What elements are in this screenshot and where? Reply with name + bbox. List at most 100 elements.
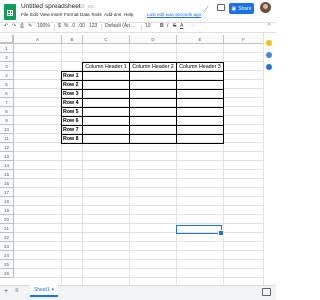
paint-format-icon[interactable]: ✎: [28, 23, 32, 29]
more-icon[interactable]: ⋯: [190, 23, 195, 29]
print-icon[interactable]: ⎙: [20, 23, 24, 29]
chevron-down-icon: ▾: [51, 287, 55, 293]
grid-line: [14, 196, 263, 197]
grid-line: [14, 232, 263, 233]
lock-icon: ▣: [231, 5, 237, 12]
table-cell[interactable]: [129, 134, 177, 144]
selected-cell-e20[interactable]: [176, 225, 224, 236]
toolbar-divider: [101, 24, 102, 31]
row-header[interactable]: 10: [0, 125, 14, 134]
column-header-f[interactable]: F: [224, 35, 263, 44]
spreadsheet-grid[interactable]: A B C D E F 1 2 3 4 5 6 7 8 9 10 11 12 1…: [0, 35, 263, 285]
increase-decimal-button[interactable]: .00: [78, 23, 85, 29]
menu-edit[interactable]: Edit: [30, 12, 38, 17]
grid-line: [14, 214, 263, 215]
font-size-select[interactable]: 10: [145, 23, 151, 29]
grid-line: [14, 187, 263, 188]
row-header[interactable]: 6: [0, 89, 14, 98]
italic-button[interactable]: I: [167, 23, 168, 29]
grid-line: [14, 205, 263, 206]
column-header-e[interactable]: E: [177, 35, 224, 44]
grid-line: [14, 250, 263, 251]
menu-tools[interactable]: Tools: [91, 12, 102, 17]
sheets-list-icon[interactable]: ≡: [15, 288, 19, 294]
menu-view[interactable]: View: [40, 12, 50, 17]
grid-line: [14, 178, 263, 179]
undo-icon[interactable]: ↶: [4, 23, 8, 29]
explore-icon[interactable]: [262, 288, 271, 296]
row-header[interactable]: 4: [0, 71, 14, 80]
add-sheet-icon[interactable]: +: [4, 288, 8, 295]
row-header[interactable]: 17: [0, 188, 14, 197]
menu-insert[interactable]: Insert: [51, 12, 63, 17]
last-edit-link[interactable]: Last edit was seconds ago: [147, 12, 201, 17]
row-header[interactable]: 25: [0, 260, 14, 269]
row-header[interactable]: 15: [0, 170, 14, 179]
menu-help[interactable]: Help: [124, 12, 133, 17]
share-button[interactable]: ▣ Share: [229, 3, 254, 14]
row-header[interactable]: 14: [0, 161, 14, 170]
table-cell[interactable]: [176, 134, 224, 144]
grid-line: [14, 151, 263, 152]
calendar-icon[interactable]: [266, 40, 272, 46]
row-header[interactable]: 3: [0, 62, 14, 71]
row-header[interactable]: 16: [0, 179, 14, 188]
column-header-d[interactable]: D: [130, 35, 177, 44]
currency-format-button[interactable]: $: [58, 23, 61, 29]
side-panel: [263, 33, 276, 285]
row-header[interactable]: 13: [0, 152, 14, 161]
avatar[interactable]: [260, 2, 271, 13]
sheet-tab[interactable]: Sheet1 ▾: [30, 285, 58, 297]
menu-file[interactable]: File: [21, 12, 28, 17]
grid-line: [14, 169, 263, 170]
row-header[interactable]: 1: [0, 44, 14, 53]
row-header[interactable]: 24: [0, 251, 14, 260]
text-color-button[interactable]: A: [180, 23, 183, 29]
row-header[interactable]: 5: [0, 80, 14, 89]
collapse-menu-icon[interactable]: ^: [268, 23, 270, 29]
keep-icon[interactable]: [266, 52, 272, 58]
menu-format[interactable]: Format: [64, 12, 79, 17]
row-header[interactable]: 7: [0, 98, 14, 107]
row-header[interactable]: 21: [0, 224, 14, 233]
menu-addons[interactable]: Add-ons: [104, 12, 121, 17]
column-header-c[interactable]: C: [83, 35, 130, 44]
row-header[interactable]: 9: [0, 116, 14, 125]
row-header[interactable]: 20: [0, 215, 14, 224]
font-select[interactable]: Default (Ari...: [105, 23, 134, 29]
star-icon[interactable]: ☆: [80, 3, 85, 10]
column-header-a[interactable]: A: [14, 35, 62, 44]
tasks-icon[interactable]: [266, 64, 272, 70]
row-header[interactable]: 8: [0, 107, 14, 116]
toolbar-divider: [141, 24, 142, 31]
zoom-select[interactable]: 100%: [37, 23, 50, 29]
bold-button[interactable]: B: [160, 23, 164, 29]
grid-line: [14, 223, 263, 224]
row-header[interactable]: 11: [0, 134, 14, 143]
percent-format-button[interactable]: %: [64, 23, 68, 29]
decrease-decimal-button[interactable]: .0: [71, 23, 75, 29]
row-header[interactable]: 18: [0, 197, 14, 206]
table-cell[interactable]: [82, 134, 130, 144]
redo-icon[interactable]: ↷: [12, 23, 16, 29]
row-header[interactable]: 2: [0, 53, 14, 62]
doc-title[interactable]: Untitled spreadsheet: [21, 3, 81, 10]
row-header[interactable]: 12: [0, 143, 14, 152]
sheets-logo-icon[interactable]: [4, 4, 16, 20]
strikethrough-button[interactable]: S: [173, 23, 176, 29]
folder-icon[interactable]: ▭: [88, 3, 94, 10]
row-header[interactable]: 19: [0, 206, 14, 215]
share-label: Share: [238, 5, 252, 12]
activity-icon[interactable]: ⟋: [203, 5, 209, 15]
table-row-label[interactable]: Row 8: [61, 134, 83, 144]
grid-line: [14, 52, 263, 53]
column-header-b[interactable]: B: [62, 35, 83, 44]
menu-data[interactable]: Data: [80, 12, 90, 17]
row-header[interactable]: 26: [0, 269, 14, 278]
more-formats-button[interactable]: 123: [89, 23, 97, 29]
select-all-corner[interactable]: [0, 35, 14, 44]
row-header[interactable]: 23: [0, 242, 14, 251]
comment-icon[interactable]: [217, 4, 225, 11]
row-header[interactable]: 22: [0, 233, 14, 242]
toolbar-divider: [54, 24, 55, 31]
